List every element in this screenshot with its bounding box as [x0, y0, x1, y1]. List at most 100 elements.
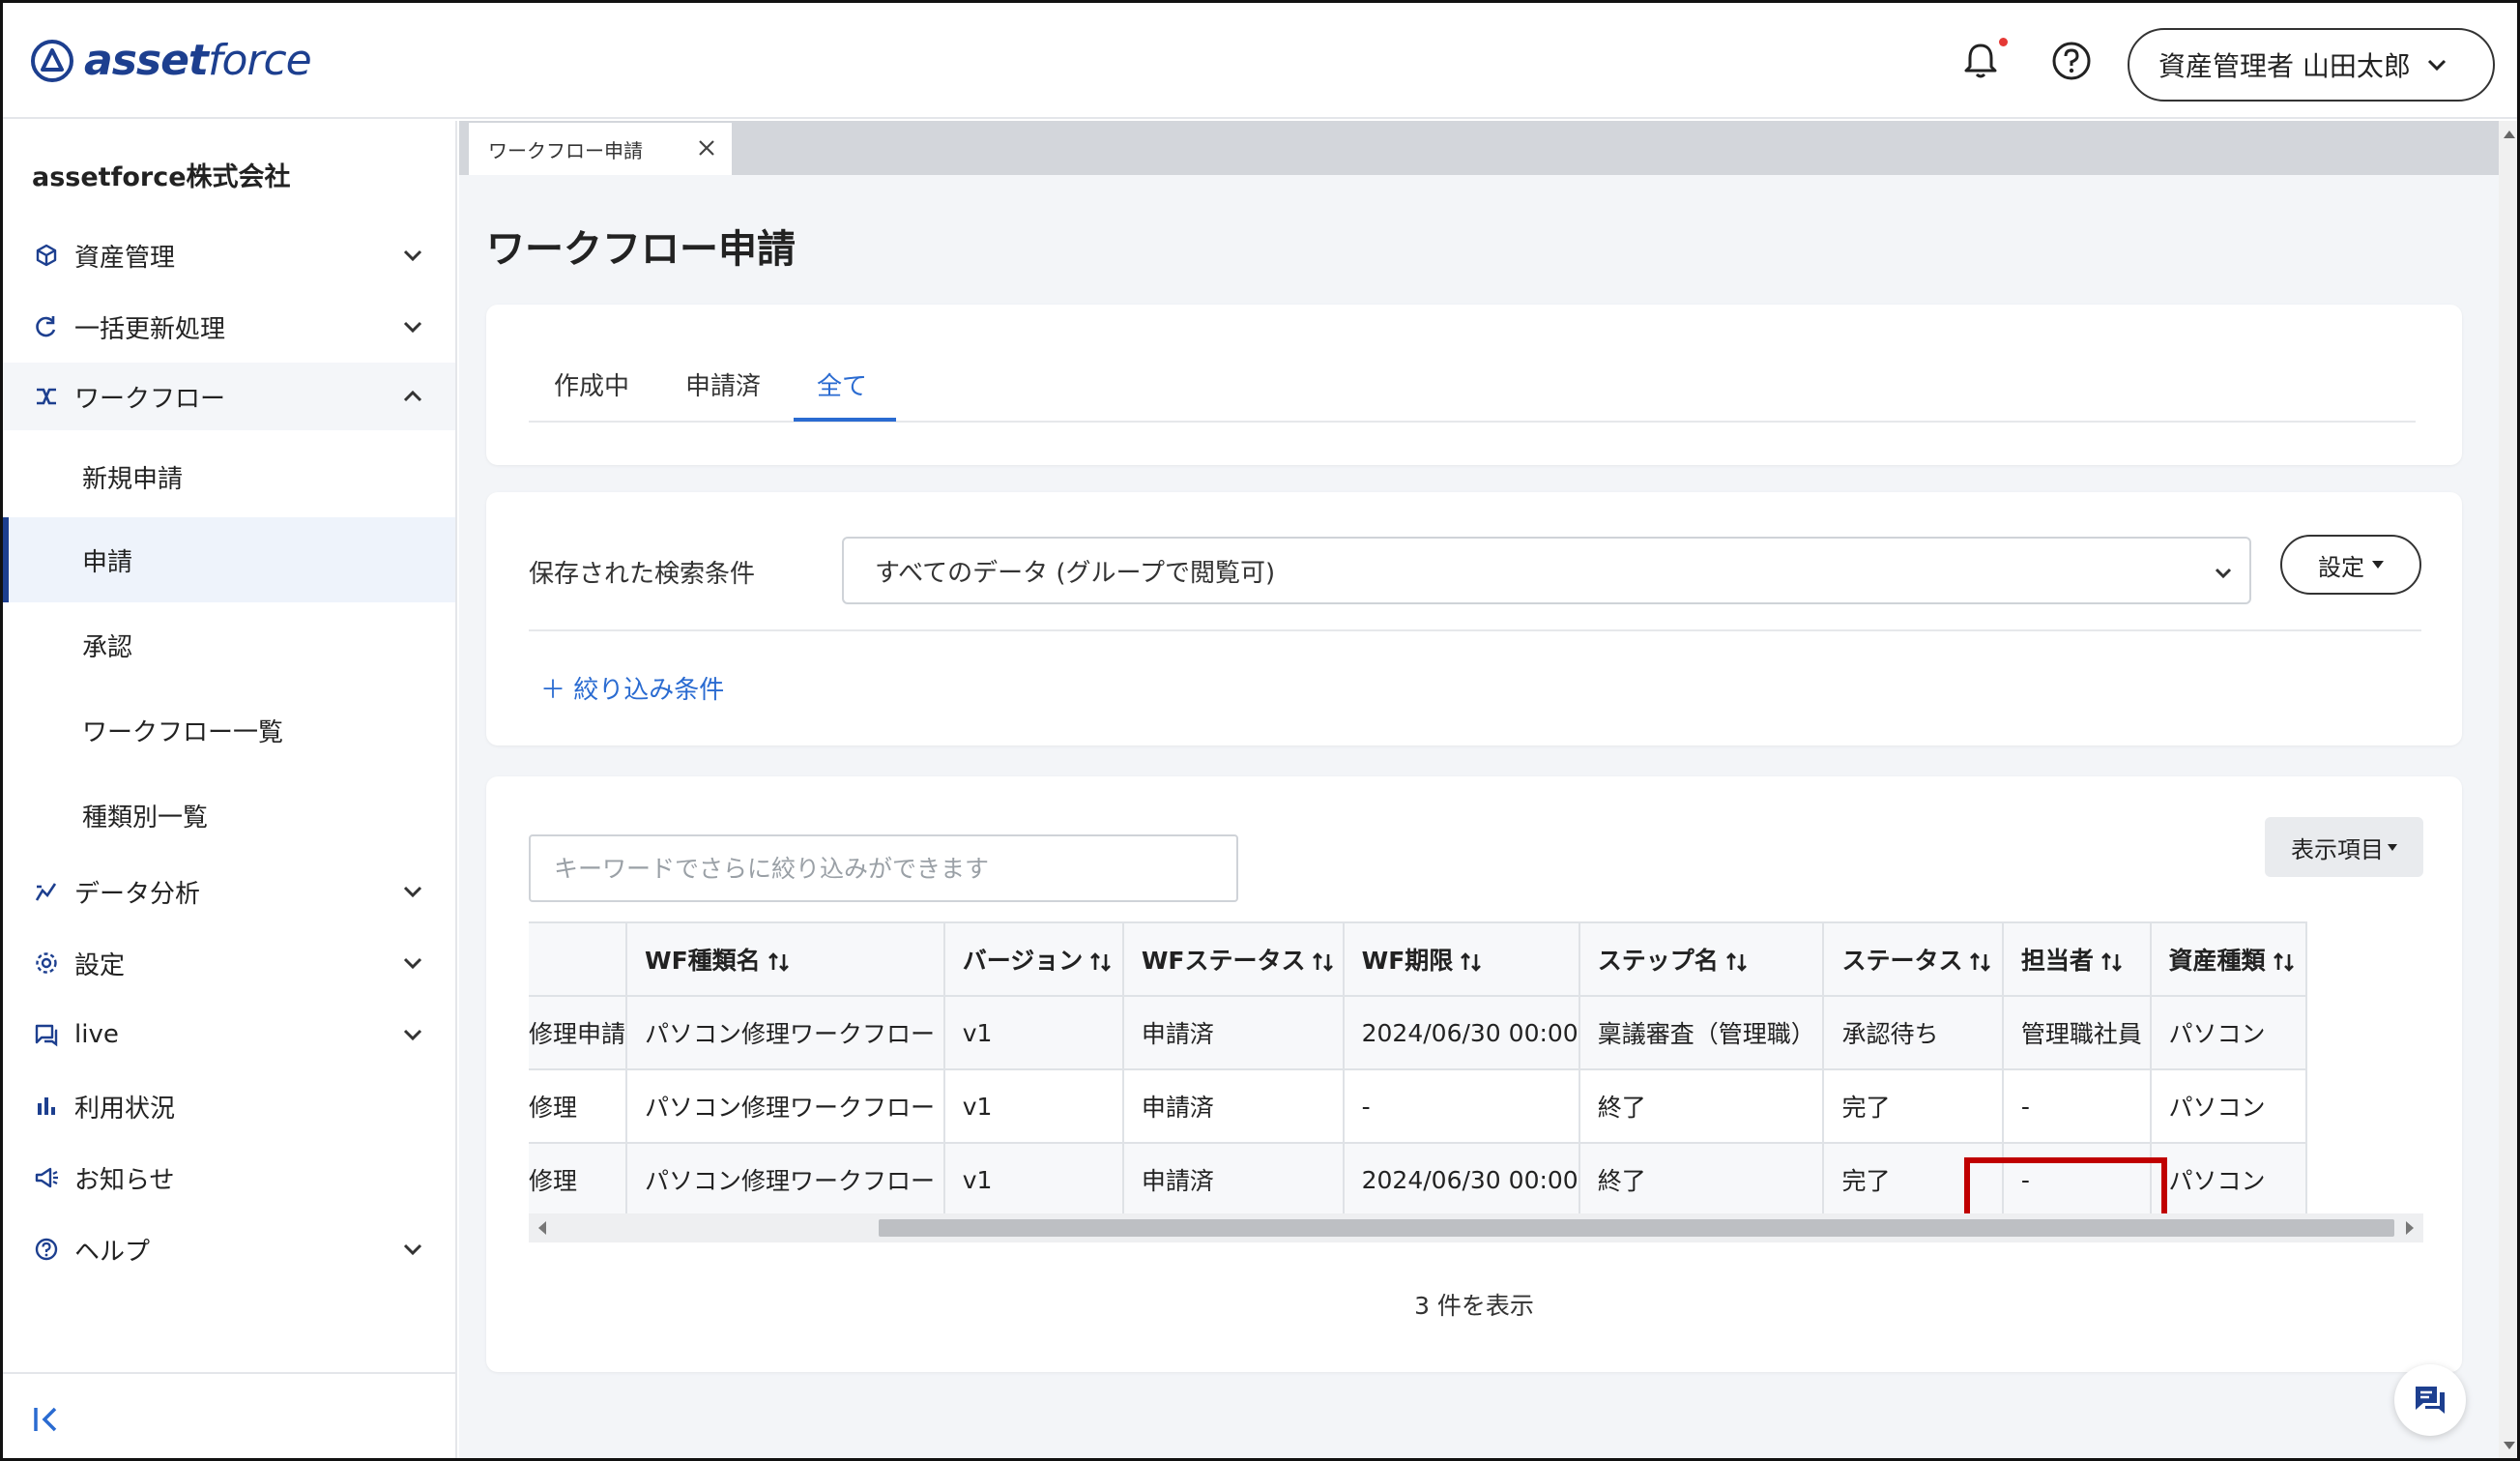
column-header[interactable]: WF名	[529, 921, 628, 997]
table-header-row: WF名WF種類名バージョンWFステータスWF期限ステップ名ステータス担当者資産種…	[529, 921, 2308, 997]
tab-drafting[interactable]: 作成中	[554, 366, 629, 402]
document-tab-bar: ワークフロー申請	[459, 121, 2499, 175]
sort-icon[interactable]	[1968, 950, 1993, 974]
sidebar-subitem-new-request[interactable]: 新規申請	[3, 434, 455, 519]
chevron-down-icon	[2215, 568, 2232, 579]
table-cell: 終了	[1578, 1142, 1825, 1215]
sort-icon[interactable]	[1088, 950, 1114, 974]
table-cell: パソコン修理ワークフロー	[625, 1142, 945, 1215]
add-filter-link[interactable]: ＋ 絞り込み条件	[540, 670, 724, 706]
sidebar-subitem-request[interactable]: 申請	[3, 517, 455, 602]
chevron-down-icon	[403, 321, 422, 334]
chat-icon	[35, 1024, 58, 1047]
column-header[interactable]: ステップ名	[1578, 921, 1825, 997]
table-cell: 申請済	[1121, 995, 1345, 1070]
scroll-right-arrow[interactable]	[2406, 1221, 2414, 1235]
sidebar-item-help[interactable]: ヘルプ	[3, 1215, 455, 1283]
sidebar-item-news[interactable]: お知らせ	[3, 1144, 455, 1212]
table-cell: 2024/06/30 00:00	[1342, 1142, 1580, 1215]
sidebar-item-bulk-update[interactable]: 一括更新処理	[3, 293, 455, 361]
sidebar-subitem-approval[interactable]: 承認	[3, 602, 455, 687]
sidebar-item-settings[interactable]: 設定	[3, 929, 455, 997]
column-header[interactable]: ステータス	[1822, 921, 2004, 997]
sidebar-collapse-button[interactable]	[3, 1372, 455, 1458]
display-columns-button[interactable]: 表示項目	[2265, 817, 2423, 877]
close-icon[interactable]	[695, 136, 718, 160]
user-menu-button[interactable]: 資産管理者 山田太郎	[2128, 28, 2495, 102]
table-row[interactable]: パソコン修理パソコン修理ワークフローv1申請済-終了完了-パソコン	[529, 1068, 2308, 1144]
table-cell: 完了	[1822, 1142, 2004, 1215]
notification-dot	[1999, 38, 2008, 46]
sidebar-item-usage[interactable]: 利用状況	[3, 1072, 455, 1140]
table-cell: パソコン	[2149, 1142, 2308, 1215]
chevron-down-icon	[2427, 59, 2446, 72]
column-header[interactable]: 担当者	[2001, 921, 2152, 997]
app-window: assetforce 資産管理者 山田太郎 assetforce株式会社 資産管…	[0, 0, 2520, 1461]
search-divider	[529, 629, 2421, 631]
column-header[interactable]: 資産種類	[2149, 921, 2308, 997]
sidebar-item-live[interactable]: live	[3, 1001, 455, 1068]
table-cell: -	[2001, 1068, 2152, 1144]
vertical-scrollbar[interactable]	[2499, 121, 2517, 1458]
bell-icon[interactable]	[1959, 40, 2002, 82]
table-cell: パソコン修理	[529, 1068, 628, 1144]
column-header[interactable]: WFステータス	[1121, 921, 1345, 997]
help-icon[interactable]	[2050, 40, 2093, 82]
tab-workflow-request[interactable]: ワークフロー申請	[469, 123, 732, 175]
table-cell: パソコン修理	[529, 1142, 628, 1215]
saved-search-label: 保存された検索条件	[529, 560, 756, 589]
sort-icon[interactable]	[2100, 950, 2125, 974]
gear-icon	[36, 952, 57, 974]
settings-dropdown-button[interactable]: 設定	[2280, 535, 2421, 595]
scroll-left-arrow[interactable]	[538, 1221, 546, 1235]
table-row[interactable]: パソコン修理パソコン修理ワークフローv1申請済2024/06/30 00:00終…	[529, 1142, 2308, 1215]
table-cell: パソコン	[2149, 995, 2308, 1070]
table-cell: 完了	[1822, 1068, 2004, 1144]
saved-search-select[interactable]: すべてのデータ (グループで閲覧可)	[842, 537, 2251, 604]
table-cell: v1	[942, 1068, 1124, 1144]
support-chat-button[interactable]	[2394, 1364, 2466, 1436]
horizontal-scrollbar[interactable]	[529, 1213, 2423, 1242]
column-header[interactable]: バージョン	[942, 921, 1124, 997]
scroll-thumb[interactable]	[879, 1219, 2394, 1237]
table-cell: 管理職社員	[2001, 995, 2152, 1070]
table-row[interactable]: パソコン修理申請パソコン修理ワークフローv1申請済2024/06/30 00:0…	[529, 995, 2308, 1070]
company-name: assetforce株式会社	[32, 162, 291, 192]
table-cell: パソコン修理申請	[529, 995, 628, 1070]
table-cell: パソコン修理ワークフロー	[625, 995, 945, 1070]
cube-icon	[36, 244, 57, 267]
tab-all[interactable]: 全て	[817, 366, 867, 402]
sort-icon[interactable]	[1311, 950, 1336, 974]
sort-icon[interactable]	[1459, 950, 1484, 974]
table-cell: 承認待ち	[1822, 995, 2004, 1070]
workflow-icon	[37, 388, 56, 405]
sidebar-item-workflow[interactable]: ワークフロー	[3, 363, 455, 430]
table-cell: パソコン修理ワークフロー	[625, 1068, 945, 1144]
main-content: ワークフロー申請 ワークフロー申請 作成中 申請済 全て 保存された検索条件 す…	[459, 121, 2499, 1458]
refresh-icon	[36, 316, 56, 337]
scroll-down-arrow[interactable]	[2504, 1442, 2515, 1449]
top-header: assetforce 資産管理者 山田太郎	[3, 3, 2517, 119]
scroll-up-arrow[interactable]	[2504, 131, 2515, 138]
column-header[interactable]: WF期限	[1342, 921, 1580, 997]
sort-icon[interactable]	[529, 950, 531, 974]
sort-icon[interactable]	[2272, 950, 2297, 974]
chevron-down-icon	[403, 1029, 422, 1041]
column-header[interactable]: WF種類名	[625, 921, 945, 997]
table-cell: 終了	[1578, 1068, 1825, 1144]
sort-icon[interactable]	[767, 950, 792, 974]
tab-submitted[interactable]: 申請済	[685, 366, 761, 402]
results-card: 表示項目 WF名WF種類名バージョンWFステータスWF期限ステップ名ステータス担…	[486, 776, 2462, 1372]
sidebar-item-asset-management[interactable]: 資産管理	[3, 221, 455, 289]
sidebar-subitem-workflow-list[interactable]: ワークフロー一覧	[3, 687, 455, 773]
logo[interactable]: assetforce	[30, 36, 312, 85]
chevron-up-icon	[403, 390, 422, 402]
table-cell: 申請済	[1121, 1142, 1345, 1215]
sidebar-item-data-analysis[interactable]: データ分析	[3, 858, 455, 925]
page-title: ワークフロー申請	[486, 227, 796, 272]
keyword-filter-input[interactable]	[529, 834, 1238, 902]
sort-icon[interactable]	[1724, 950, 1750, 974]
sidebar-subitem-type-list[interactable]: 種類別一覧	[3, 773, 455, 858]
table-cell: -	[2001, 1142, 2152, 1215]
help-icon	[35, 1238, 58, 1261]
